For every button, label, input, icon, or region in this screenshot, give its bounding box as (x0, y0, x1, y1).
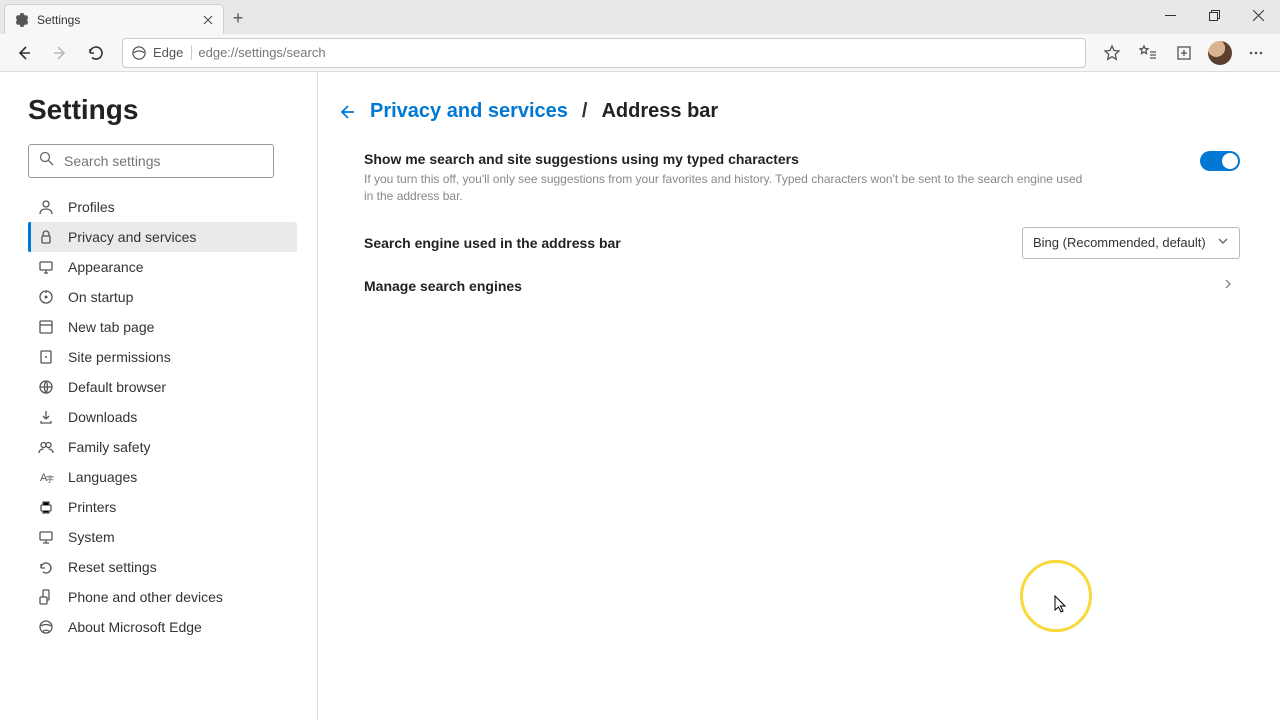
settings-nav: Profiles Privacy and services Appearance On… (28, 192, 297, 642)
refresh-button[interactable] (80, 37, 112, 69)
sidebar-item-privacy-and-services[interactable]: Privacy and services (28, 222, 297, 252)
nav-icon (38, 619, 54, 635)
toolbar: Edge edge://settings/search (0, 34, 1280, 72)
highlight-ring (1020, 560, 1092, 632)
sidebar-item-label: New tab page (68, 319, 154, 335)
dropdown-selected: Bing (Recommended, default) (1033, 235, 1206, 250)
maximize-button[interactable] (1192, 0, 1236, 30)
sidebar-item-label: Phone and other devices (68, 589, 223, 605)
favorite-button[interactable] (1096, 37, 1128, 69)
nav-icon (38, 259, 54, 275)
sidebar-item-label: Default browser (68, 379, 166, 395)
nav-icon: A字 (38, 469, 54, 485)
minimize-button[interactable] (1148, 0, 1192, 30)
sidebar-item-family-safety[interactable]: Family safety (28, 432, 297, 462)
nav-icon (38, 349, 54, 365)
breadcrumb-separator: / (582, 100, 588, 123)
sidebar-item-label: Profiles (68, 199, 115, 215)
sidebar-item-about-microsoft-edge[interactable]: About Microsoft Edge (28, 612, 297, 642)
settings-main: Privacy and services / Address bar Show … (318, 72, 1280, 720)
sidebar-item-default-browser[interactable]: Default browser (28, 372, 297, 402)
manage-search-engines-row[interactable]: Manage search engines (364, 277, 1240, 295)
settings-search[interactable] (28, 144, 274, 178)
sidebar-item-label: About Microsoft Edge (68, 619, 202, 635)
sidebar-item-reset-settings[interactable]: Reset settings (28, 552, 297, 582)
sidebar-item-appearance[interactable]: Appearance (28, 252, 297, 282)
back-button[interactable] (8, 37, 40, 69)
url-text: edge://settings/search (198, 45, 325, 60)
profile-button[interactable] (1204, 37, 1236, 69)
sidebar-item-label: Printers (68, 499, 116, 515)
breadcrumb-back-button[interactable] (336, 102, 356, 122)
setting-suggestions-label: Show me search and site suggestions usin… (364, 151, 1084, 167)
forward-button[interactable] (44, 37, 76, 69)
nav-icon (38, 559, 54, 575)
sidebar-item-downloads[interactable]: Downloads (28, 402, 297, 432)
breadcrumb-current: Address bar (601, 100, 718, 123)
collections-button[interactable] (1168, 37, 1200, 69)
gear-icon (13, 12, 29, 28)
avatar-icon (1208, 41, 1232, 65)
nav-icon (38, 439, 54, 455)
nav-icon (38, 229, 54, 245)
nav-icon (38, 319, 54, 335)
sidebar-item-new-tab-page[interactable]: New tab page (28, 312, 297, 342)
sidebar-item-site-permissions[interactable]: Site permissions (28, 342, 297, 372)
nav-icon (38, 589, 54, 605)
nav-icon (38, 199, 54, 215)
nav-icon (38, 379, 54, 395)
sidebar-item-label: Reset settings (68, 559, 157, 575)
breadcrumb-parent-link[interactable]: Privacy and services (370, 100, 568, 123)
window-controls (1148, 0, 1280, 30)
nav-icon (38, 289, 54, 305)
setting-engine-label: Search engine used in the address bar (364, 235, 621, 251)
setting-suggestions: Show me search and site suggestions usin… (364, 151, 1240, 205)
sidebar-item-printers[interactable]: Printers (28, 492, 297, 522)
content: Settings Profiles Privacy and services App… (0, 72, 1280, 720)
sidebar-item-on-startup[interactable]: On startup (28, 282, 297, 312)
sidebar-item-label: Privacy and services (68, 229, 196, 245)
sidebar-item-phone-and-other-devices[interactable]: Phone and other devices (28, 582, 297, 612)
tab-title: Settings (37, 13, 193, 27)
search-icon (39, 151, 54, 171)
search-engine-dropdown[interactable]: Bing (Recommended, default) (1022, 227, 1240, 259)
close-window-button[interactable] (1236, 0, 1280, 30)
suggestions-toggle[interactable] (1200, 151, 1240, 171)
svg-text:字: 字 (46, 474, 54, 484)
setting-suggestions-desc: If you turn this off, you'll only see su… (364, 171, 1084, 205)
settings-search-input[interactable] (64, 153, 263, 169)
browser-tab[interactable]: Settings (4, 4, 224, 34)
close-tab-button[interactable] (201, 13, 215, 27)
nav-icon (38, 409, 54, 425)
sidebar-item-label: Appearance (68, 259, 144, 275)
address-bar[interactable]: Edge edge://settings/search (122, 38, 1086, 68)
sidebar-item-label: Languages (68, 469, 137, 485)
titlebar: Settings + (0, 0, 1280, 34)
site-identity: Edge (153, 45, 192, 60)
chevron-right-icon (1222, 277, 1234, 295)
sidebar-item-profiles[interactable]: Profiles (28, 192, 297, 222)
manage-engines-label: Manage search engines (364, 278, 522, 294)
setting-search-engine: Search engine used in the address bar Bi… (364, 227, 1240, 259)
edge-icon (131, 45, 147, 61)
settings-heading: Settings (28, 94, 297, 126)
breadcrumb: Privacy and services / Address bar (336, 100, 1240, 123)
new-tab-button[interactable]: + (224, 4, 252, 32)
sidebar-item-label: System (68, 529, 115, 545)
sidebar-item-label: Downloads (68, 409, 137, 425)
favorites-list-button[interactable] (1132, 37, 1164, 69)
nav-icon (38, 529, 54, 545)
sidebar-item-label: Site permissions (68, 349, 171, 365)
sidebar-item-label: Family safety (68, 439, 150, 455)
chevron-down-icon (1217, 235, 1229, 250)
settings-sidebar: Settings Profiles Privacy and services App… (0, 72, 318, 720)
sidebar-item-label: On startup (68, 289, 133, 305)
more-button[interactable] (1240, 37, 1272, 69)
cursor-icon (1054, 595, 1070, 620)
nav-icon (38, 499, 54, 515)
sidebar-item-system[interactable]: System (28, 522, 297, 552)
sidebar-item-languages[interactable]: A字 Languages (28, 462, 297, 492)
